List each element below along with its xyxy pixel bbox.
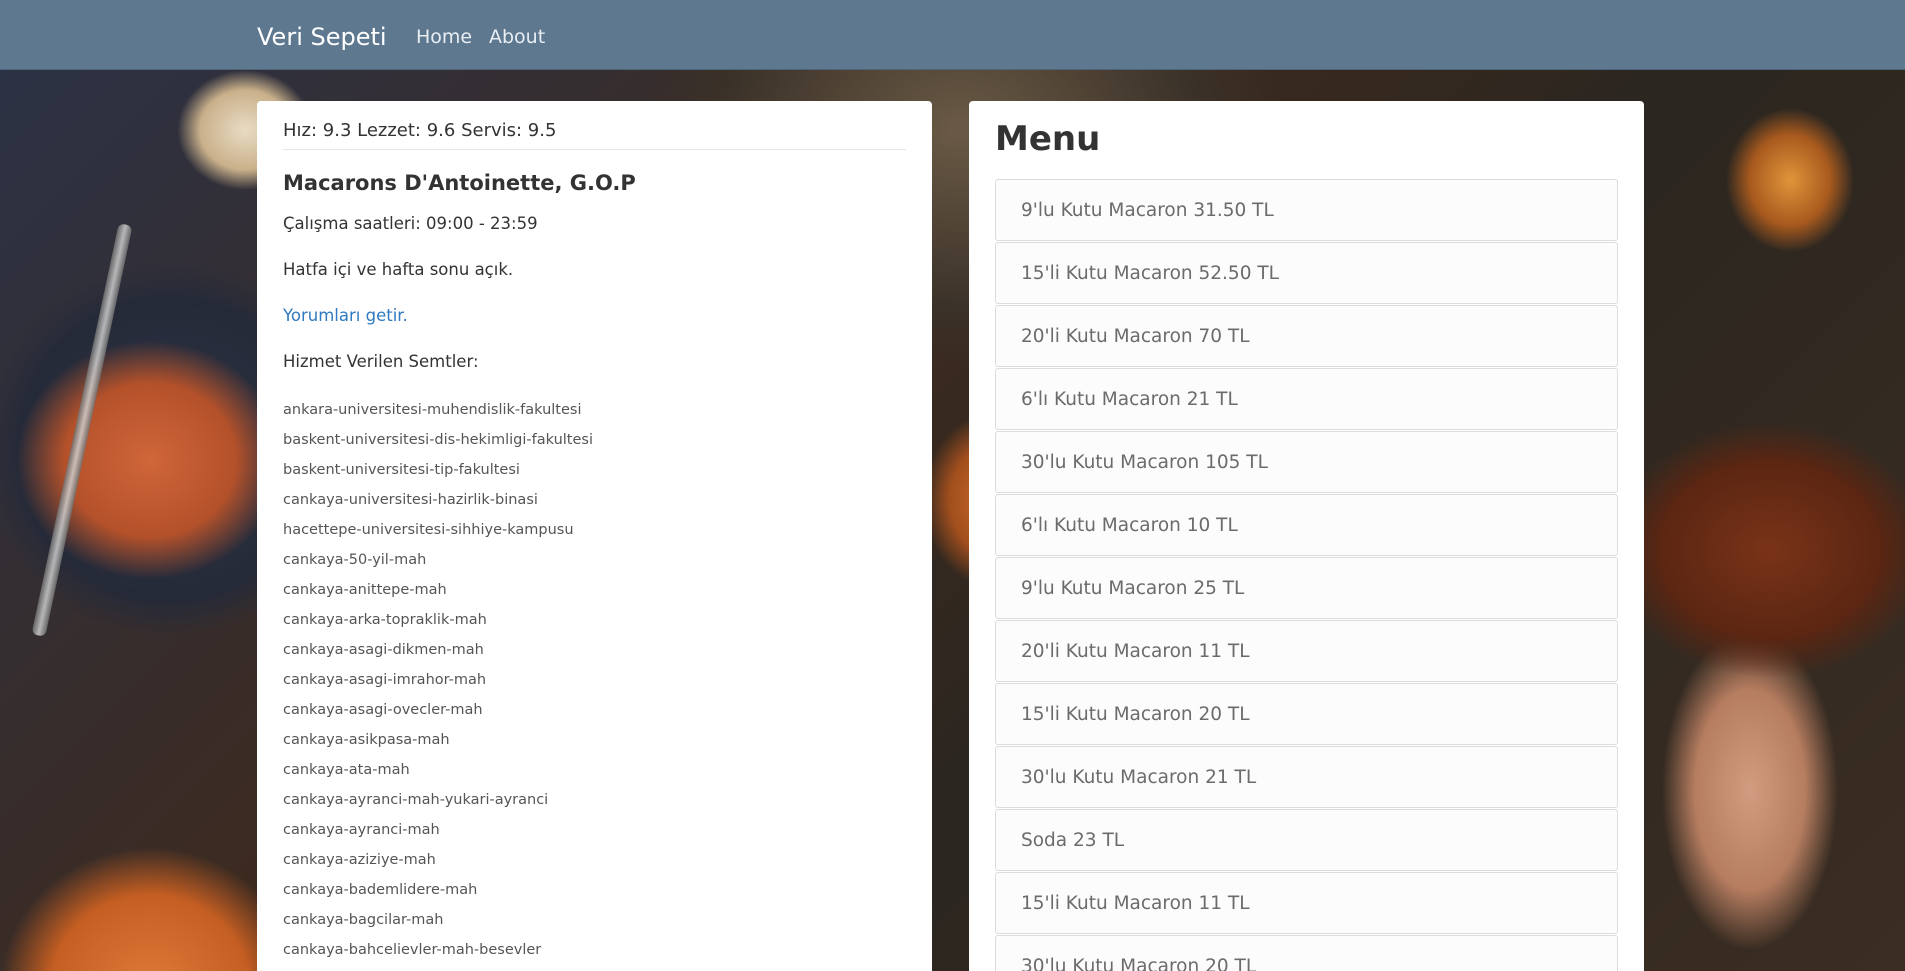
nav-home-link[interactable]: Home — [416, 25, 472, 49]
open-days: Hatfa içi ve hafta sonu açık. — [283, 260, 514, 279]
area-item: cankaya-bahcelievler-mah-besevler — [283, 942, 542, 958]
nav-about-link[interactable]: About — [489, 25, 545, 49]
restaurant-name: Macarons D'Antoinette, G.O.P — [283, 171, 636, 195]
menu-item[interactable]: 9'lu Kutu Macaron 31.50 TL — [995, 179, 1618, 241]
menu-item[interactable]: 30'lu Kutu Macaron 105 TL — [995, 431, 1618, 493]
menu-panel: Menu 9'lu Kutu Macaron 31.50 TL 15'li Ku… — [969, 101, 1644, 971]
area-item: cankaya-bademlidere-mah — [283, 882, 478, 898]
area-item: cankaya-asagi-imrahor-mah — [283, 672, 487, 688]
area-item: cankaya-asagi-ovecler-mah — [283, 702, 483, 718]
menu-item[interactable]: 9'lu Kutu Macaron 25 TL — [995, 557, 1618, 619]
area-item: cankaya-50-yil-mah — [283, 552, 427, 568]
menu-item[interactable]: Soda 23 TL — [995, 809, 1618, 871]
menu-item[interactable]: 15'li Kutu Macaron 52.50 TL — [995, 242, 1618, 304]
menu-title: Menu — [995, 119, 1101, 159]
area-item: cankaya-asagi-dikmen-mah — [283, 642, 484, 658]
menu-item[interactable]: 30'lu Kutu Macaron 20 TL — [995, 935, 1618, 971]
area-item: cankaya-anittepe-mah — [283, 582, 447, 598]
area-item: cankaya-ayranci-mah — [283, 822, 440, 838]
restaurant-info-panel: Hız: 9.3 Lezzet: 9.6 Servis: 9.5 Macaron… — [257, 101, 932, 971]
menu-item[interactable]: 20'li Kutu Macaron 70 TL — [995, 305, 1618, 367]
area-item: cankaya-arka-topraklik-mah — [283, 612, 487, 628]
brand-link[interactable]: Veri Sepeti — [257, 22, 387, 52]
working-hours: Çalışma saatleri: 09:00 - 23:59 — [283, 214, 538, 233]
area-item: baskent-universitesi-tip-fakultesi — [283, 462, 520, 478]
area-item: cankaya-universitesi-hazirlik-binasi — [283, 492, 538, 508]
area-item: baskent-universitesi-dis-hekimligi-fakul… — [283, 432, 593, 448]
area-item: cankaya-aziziye-mah — [283, 852, 436, 868]
area-item: cankaya-ayranci-mah-yukari-ayranci — [283, 792, 549, 808]
menu-item[interactable]: 6'lı Kutu Macaron 21 TL — [995, 368, 1618, 430]
get-reviews-link[interactable]: Yorumları getir. — [283, 305, 906, 327]
menu-item[interactable]: 30'lu Kutu Macaron 21 TL — [995, 746, 1618, 808]
menu-list: 9'lu Kutu Macaron 31.50 TL 15'li Kutu Ma… — [995, 179, 1618, 971]
area-item: hacettepe-universitesi-sihhiye-kampusu — [283, 522, 574, 538]
navbar: Veri Sepeti Home About — [0, 0, 1905, 70]
menu-item[interactable]: 15'li Kutu Macaron 20 TL — [995, 683, 1618, 745]
fork-image — [31, 223, 133, 637]
menu-item[interactable]: 6'lı Kutu Macaron 10 TL — [995, 494, 1618, 556]
served-areas-list: ankara-universitesi-muhendislik-fakultes… — [283, 395, 906, 965]
area-item: ankara-universitesi-muhendislik-fakultes… — [283, 402, 582, 418]
area-item: cankaya-asikpasa-mah — [283, 732, 450, 748]
area-item: cankaya-ata-mah — [283, 762, 410, 778]
served-areas-label: Hizmet Verilen Semtler: — [283, 352, 479, 371]
area-item: cankaya-bagcilar-mah — [283, 912, 444, 928]
menu-item[interactable]: 20'li Kutu Macaron 11 TL — [995, 620, 1618, 682]
restaurant-scores: Hız: 9.3 Lezzet: 9.6 Servis: 9.5 — [283, 119, 906, 150]
menu-item[interactable]: 15'li Kutu Macaron 11 TL — [995, 872, 1618, 934]
